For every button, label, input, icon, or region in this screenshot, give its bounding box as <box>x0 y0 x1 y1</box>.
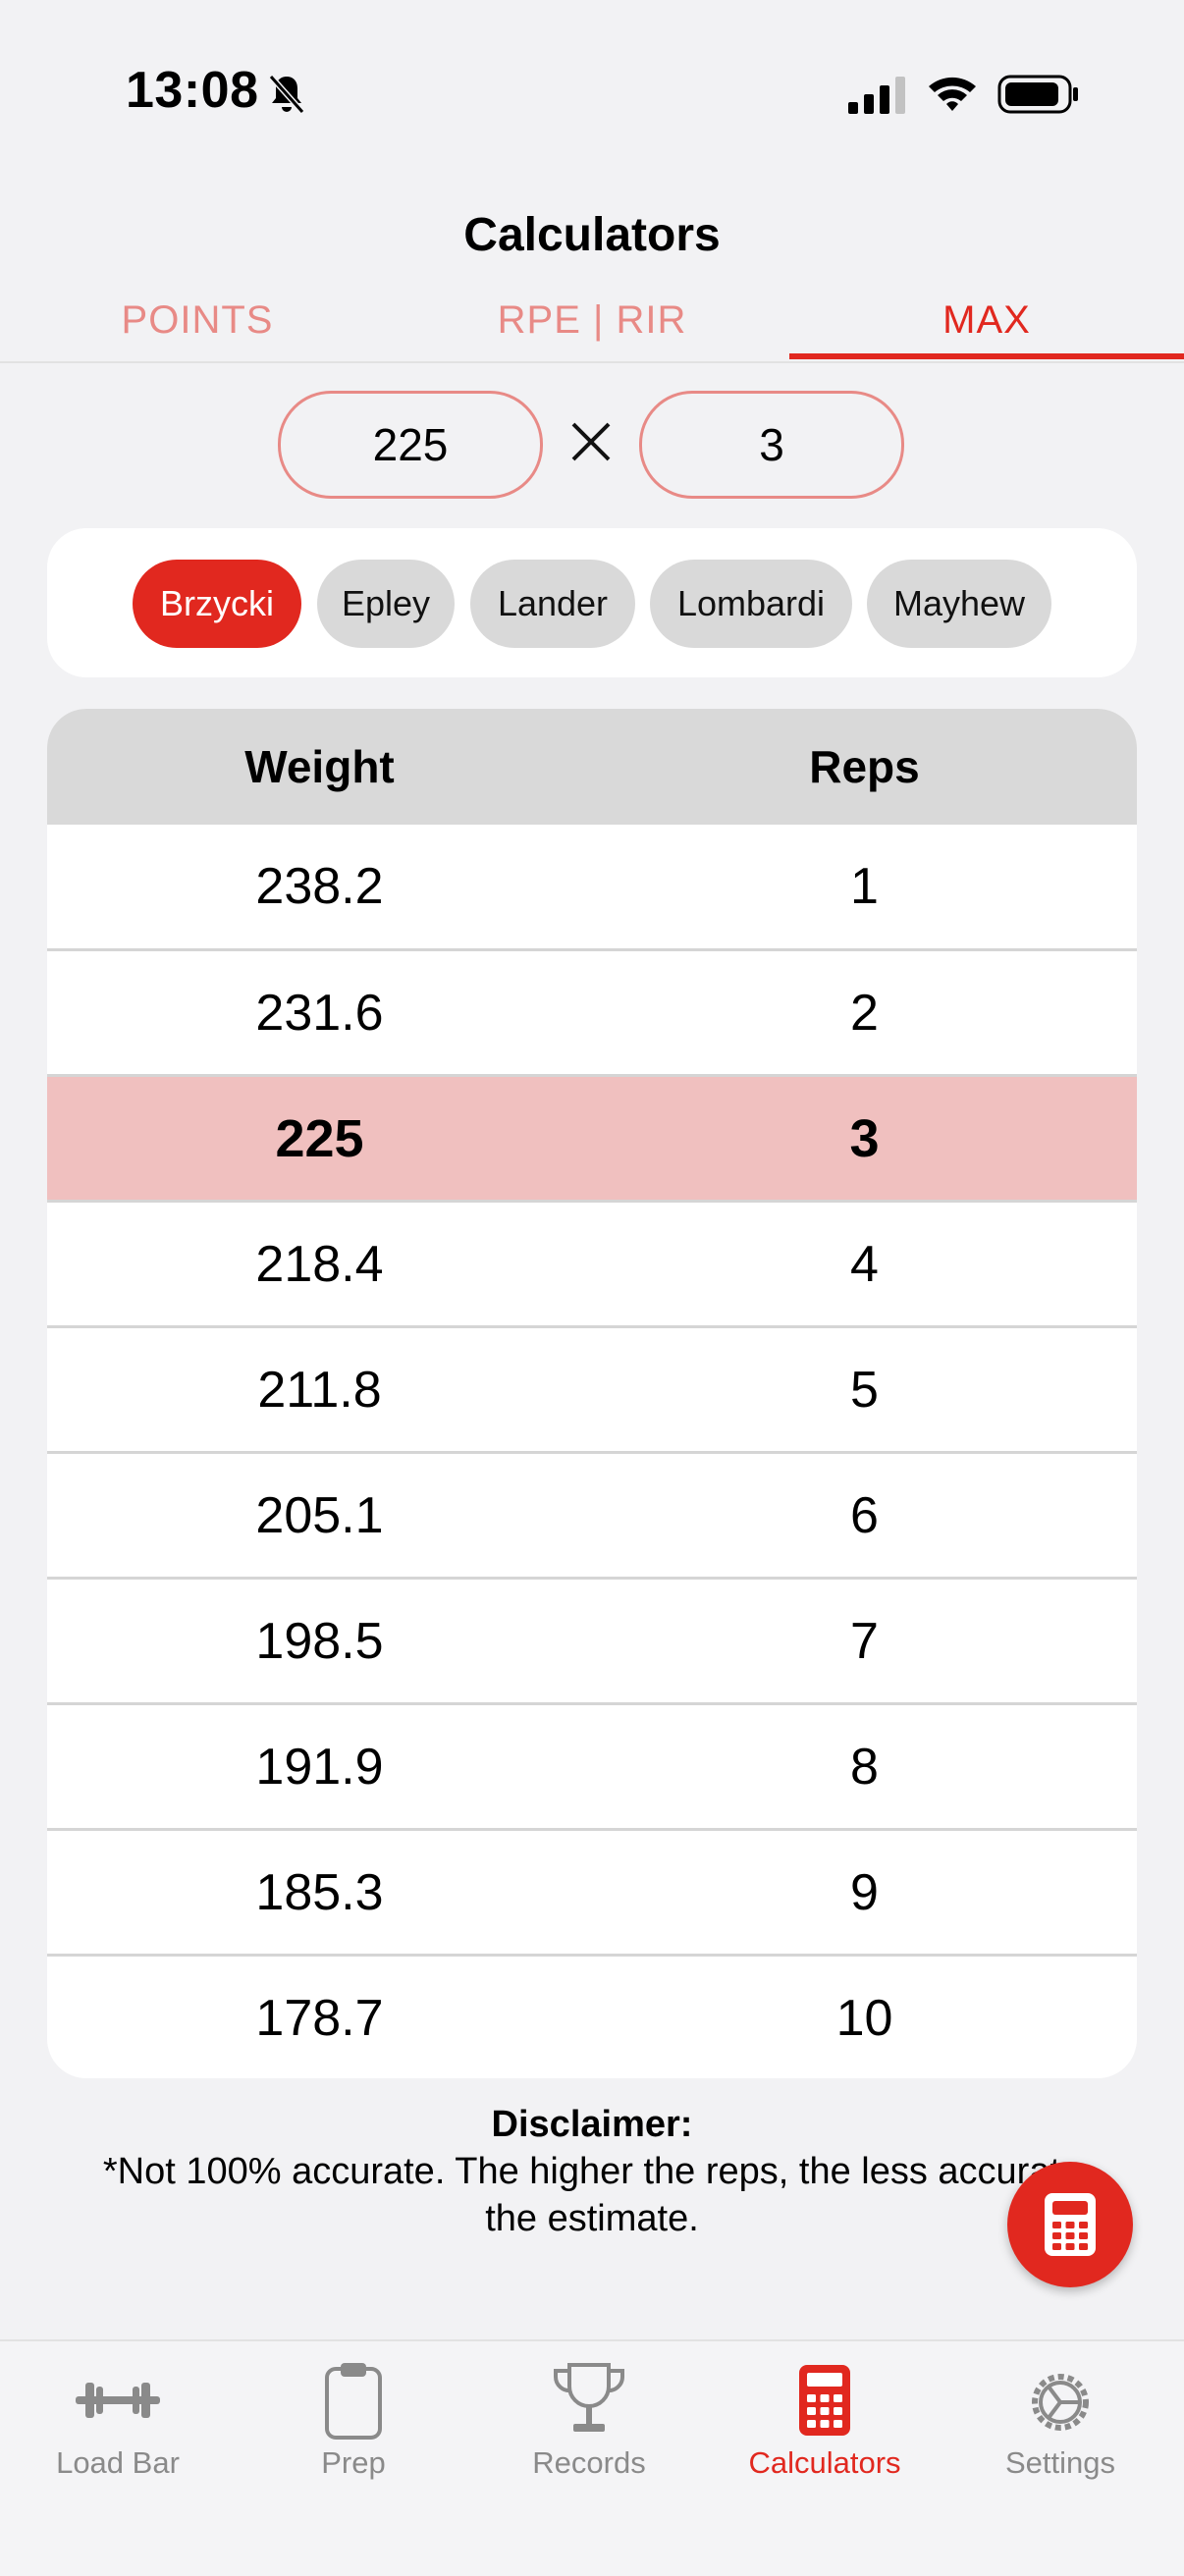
reps-cell: 7 <box>850 1613 879 1670</box>
disclaimer-title: Disclaimer: <box>491 2104 693 2145</box>
bottom-tab-bar: Load Bar Prep Records Calculators Settin… <box>0 2339 1184 2576</box>
table-header: Weight Reps <box>47 709 1137 825</box>
table-row: 185.3 9 <box>47 1828 1137 1955</box>
reps-cell: 1 <box>850 858 879 915</box>
formula-epley[interactable]: Epley <box>317 560 455 648</box>
reps-cell: 10 <box>835 1990 893 2047</box>
page-title: Calculators <box>463 209 721 261</box>
table-row: 238.2 1 <box>47 825 1137 948</box>
gear-icon <box>1032 2374 1089 2431</box>
calculator-icon <box>1045 2193 1096 2256</box>
wifi-icon <box>929 77 976 111</box>
status-time: 13:08 <box>126 62 259 119</box>
tab-bar-settings[interactable]: Settings <box>942 2359 1178 2496</box>
active-tab-indicator <box>789 353 1184 359</box>
formula-selector: Brzycki Epley Lander Lombardi Mayhew <box>47 528 1137 677</box>
tab-bar-label: Settings <box>1004 2445 1115 2480</box>
trophy-icon <box>553 2363 625 2432</box>
weight-cell: 191.9 <box>255 1739 384 1796</box>
tab-bar-label: Load Bar <box>56 2445 180 2480</box>
reps-cell: 4 <box>850 1236 879 1293</box>
formula-lombardi[interactable]: Lombardi <box>650 560 852 648</box>
reps-cell: 3 <box>849 1109 880 1168</box>
weight-cell: 185.3 <box>255 1864 384 1921</box>
status-bar: 13:08 <box>0 0 1184 147</box>
formula-brzycki[interactable]: Brzycki <box>133 560 301 648</box>
tab-bar-load-bar[interactable]: Load Bar <box>0 2359 236 2496</box>
tab-bar-label: Records <box>532 2445 646 2480</box>
table-row: 198.5 7 <box>47 1577 1137 1703</box>
weight-input[interactable]: 225 <box>278 391 543 499</box>
weight-cell: 205.1 <box>255 1487 384 1544</box>
reps-cell: 9 <box>850 1864 879 1921</box>
weight-cell: 238.2 <box>255 858 384 915</box>
reps-cell: 6 <box>850 1487 879 1544</box>
cellular-signal-icon <box>848 77 905 114</box>
table-row: 205.1 6 <box>47 1451 1137 1578</box>
calculator-tabs: POINTS RPE | RIR MAX <box>0 291 1184 363</box>
tab-bar-label: Calculators <box>748 2445 901 2480</box>
calculator-icon <box>799 2365 850 2436</box>
weight-column-header: Weight <box>244 741 395 792</box>
rep-max-table: Weight Reps 238.2 1 231.6 2 225 3 218.4 … <box>47 709 1137 2078</box>
barbell-icon <box>76 2383 160 2418</box>
table-row: 178.7 10 <box>47 1954 1137 2078</box>
formula-lander[interactable]: Lander <box>470 560 635 648</box>
tab-max[interactable]: MAX <box>789 291 1184 361</box>
battery-icon <box>997 75 1078 114</box>
weight-cell: 231.6 <box>255 985 384 1042</box>
silent-bell-icon <box>268 75 305 114</box>
tab-points[interactable]: POINTS <box>0 291 395 361</box>
formula-mayhew[interactable]: Mayhew <box>867 560 1051 648</box>
reps-input[interactable]: 3 <box>639 391 904 499</box>
tab-bar-label: Prep <box>321 2445 386 2480</box>
tab-bar-calculators[interactable]: Calculators <box>707 2359 942 2496</box>
disclaimer-text-continued: the estimate. <box>485 2198 699 2239</box>
tab-bar-prep[interactable]: Prep <box>236 2359 471 2496</box>
reps-column-header: Reps <box>809 741 920 792</box>
multiply-icon <box>571 422 611 461</box>
reps-cell: 8 <box>850 1739 879 1796</box>
weight-cell: 198.5 <box>255 1613 384 1670</box>
clipboard-icon <box>325 2363 382 2440</box>
table-row: 231.6 2 <box>47 948 1137 1075</box>
tab-rpe-rir[interactable]: RPE | RIR <box>395 291 789 361</box>
weight-cell: 178.7 <box>255 1990 384 2047</box>
reps-cell: 2 <box>850 985 879 1042</box>
reps-cell: 5 <box>850 1362 879 1419</box>
weight-cell: 211.8 <box>257 1362 382 1419</box>
table-row: 211.8 5 <box>47 1325 1137 1452</box>
max-inputs: 225 3 <box>0 391 1184 499</box>
weight-cell: 225 <box>275 1109 364 1168</box>
disclaimer-text: *Not 100% accurate. The higher the reps,… <box>102 2151 1082 2192</box>
tab-bar-records[interactable]: Records <box>471 2359 707 2496</box>
table-row: 218.4 4 <box>47 1200 1137 1326</box>
table-row: 191.9 8 <box>47 1702 1137 1829</box>
table-row-highlighted: 225 3 <box>47 1074 1137 1201</box>
weight-cell: 218.4 <box>255 1236 384 1293</box>
calculator-fab-button[interactable] <box>1007 2162 1133 2287</box>
